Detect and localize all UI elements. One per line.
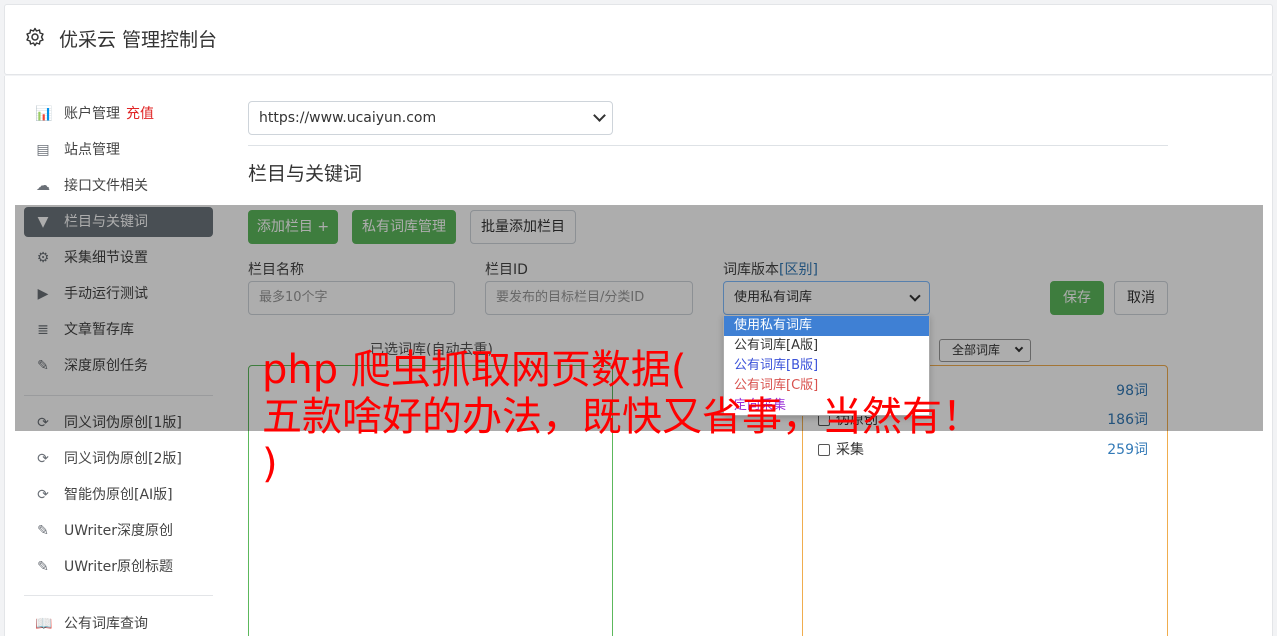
sidebar-item-text: 同义词伪原创[2版] — [64, 451, 182, 467]
page: 优采云 管理控制台 📊 账户管理 充值 ▤ 站点管理 ☁ 接口文件相关 ▼ 栏目与关键词 ⚙ 采集细… — [0, 0, 1277, 636]
sidebar-item-label: 账户管理 充值 — [64, 105, 154, 123]
sidebar-item-label: 智能伪原创[AI版] — [64, 486, 173, 504]
server-icon: ▤ — [36, 142, 50, 158]
sidebar-item[interactable]: ☁ 接口文件相关 — [24, 171, 213, 201]
sidebar-item[interactable]: ⟳ 同义词伪原创[2版] — [24, 444, 213, 474]
bar-chart-icon: 📊 — [35, 106, 53, 122]
sidebar-item-label: 站点管理 — [64, 141, 120, 159]
overlay-caption: php 爬虫抓取网页数据( 五款啥好的办法，既快又省事，当然有！ ) — [262, 347, 982, 487]
edit-icon: ✎ — [37, 559, 49, 575]
sidebar-divider — [24, 595, 213, 596]
edit-icon: ✎ — [37, 523, 49, 539]
section-title: 栏目与关键词 — [248, 163, 363, 185]
sidebar-item-label: UWriter深度原创 — [64, 522, 173, 540]
sidebar-item-text: 公有词库查询 — [64, 616, 148, 632]
sidebar-item-label: UWriter原创标题 — [64, 558, 173, 576]
sidebar-item[interactable]: 📊 账户管理 充值 — [24, 99, 213, 129]
gear-icon — [26, 27, 44, 47]
refresh-icon: ⟳ — [37, 451, 49, 467]
refresh-icon: ⟳ — [37, 487, 49, 503]
site-select-value: https://www.ucaiyun.com — [259, 110, 437, 126]
sidebar-item-label: 接口文件相关 — [64, 177, 148, 195]
sidebar-item[interactable]: ⟳ 智能伪原创[AI版] — [24, 480, 213, 510]
sidebar-item-text: UWriter深度原创 — [64, 523, 173, 539]
sidebar-item[interactable]: ✎ UWriter原创标题 — [24, 552, 213, 582]
sidebar-item[interactable]: ▤ 站点管理 — [24, 135, 213, 165]
sidebar-item-label: 同义词伪原创[2版] — [64, 450, 182, 468]
sidebar-item-text: 账户管理 — [64, 106, 120, 122]
dropdown-option[interactable]: 使用私有词库 — [724, 316, 929, 336]
book-icon: 📖 — [35, 616, 53, 632]
sidebar-item-text: 接口文件相关 — [64, 178, 148, 194]
sidebar-item-label: 公有词库查询 — [64, 615, 148, 633]
recharge-link[interactable]: 充值 — [126, 106, 154, 122]
cloud-upload-icon: ☁ — [36, 178, 50, 194]
sidebar-item[interactable]: ✎ UWriter深度原创 — [24, 516, 213, 546]
header: 优采云 管理控制台 — [4, 4, 1273, 75]
chevron-down-icon — [593, 109, 606, 122]
page-title: 优采云 管理控制台 — [59, 29, 218, 51]
divider — [248, 145, 1168, 146]
sidebar-item[interactable]: 📖 公有词库查询 — [24, 609, 213, 636]
sidebar-item-text: 站点管理 — [64, 142, 120, 158]
sidebar-item-text: UWriter原创标题 — [64, 559, 173, 575]
sidebar-item-text: 智能伪原创[AI版] — [64, 487, 173, 503]
site-select[interactable]: https://www.ucaiyun.com — [248, 101, 613, 135]
